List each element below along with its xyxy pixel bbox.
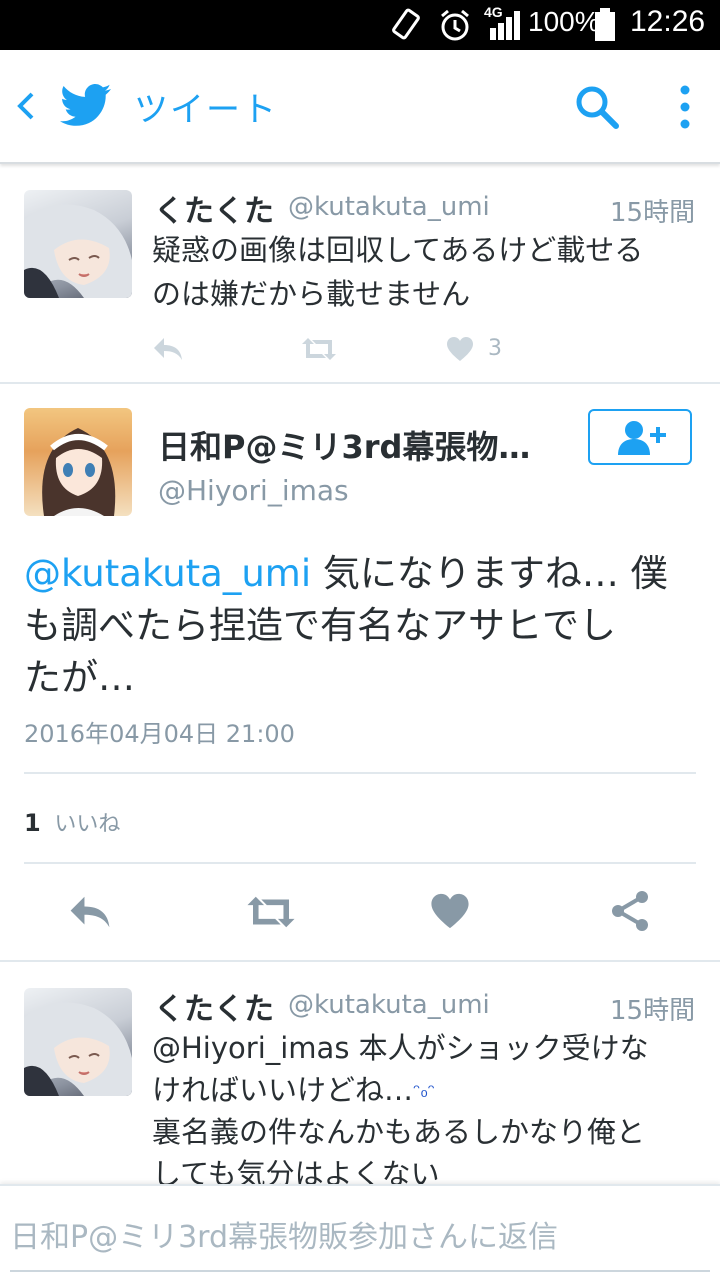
reply-icon[interactable]: [152, 336, 184, 362]
tweet-text-line4: しても気分はよくない: [152, 1157, 440, 1184]
mention-link[interactable]: @kutakuta_umi: [24, 552, 311, 595]
avatar-illustration: [42, 428, 116, 516]
clock: 12:26: [630, 5, 706, 38]
alarm-icon: [441, 9, 469, 41]
toolbar-title: ツイート: [134, 90, 278, 130]
battery-icon: [595, 8, 615, 41]
tweet-time: 15時間: [610, 198, 696, 228]
likes-label: いいね: [54, 812, 121, 837]
tweet-time: 15時間: [610, 996, 696, 1026]
avatar[interactable]: [24, 988, 132, 1096]
author-name[interactable]: くたくた: [154, 186, 274, 230]
tweet-text-line2: ければいいけどね…ᵔ₀ᵔ: [152, 1073, 436, 1107]
main-avatar[interactable]: [24, 408, 132, 516]
tweet-text-line3: 裏名義の件なんかもあるしかなり俺と: [152, 1115, 646, 1149]
divider: [24, 772, 696, 774]
like-icon[interactable]: [446, 336, 474, 362]
back-arrow-icon[interactable]: [12, 90, 38, 122]
likes-stat[interactable]: 1 いいね: [24, 806, 120, 838]
reply-icon[interactable]: [66, 894, 114, 930]
main-tweet: 日和P@ミリ3rd幕張物… @Hiyori_imas @kutakuta_umi…: [0, 384, 720, 960]
divider: [24, 862, 696, 864]
avatar-illustration: [24, 1002, 132, 1096]
input-underline: [10, 1270, 710, 1272]
main-tweet-text-line1: @kutakuta_umi 気になりますね… 僕: [24, 552, 668, 595]
avatar[interactable]: [24, 190, 132, 298]
status-bar: 4G 100% 12:26: [0, 0, 720, 50]
signal-icon: [490, 11, 520, 40]
search-icon[interactable]: [574, 84, 620, 130]
reply-bar: 日和P@ミリ3rd幕張物販参加さんに返信: [0, 1184, 720, 1282]
retweet-icon[interactable]: [300, 336, 338, 362]
main-author-name[interactable]: 日和P@ミリ3rd幕張物…: [158, 422, 530, 468]
battery-percent: 100%: [528, 6, 600, 37]
author-handle[interactable]: @kutakuta_umi: [288, 192, 490, 222]
author-name[interactable]: くたくた: [154, 984, 274, 1028]
share-icon[interactable]: [610, 890, 650, 932]
add-user-icon: [618, 421, 666, 455]
tweet-kutakuta-2[interactable]: くたくた @kutakuta_umi 15時間 @Hiyori_imas 本人が…: [0, 962, 720, 1184]
follow-button[interactable]: [588, 409, 692, 465]
tweet-text-line1: 疑惑の画像は回収してあるけど載せる: [152, 233, 644, 267]
like-count: 3: [488, 336, 502, 361]
emoji: ᵔ₀ᵔ: [413, 1081, 436, 1102]
tweet-kutakuta-1[interactable]: くたくた @kutakuta_umi 15時間 疑惑の画像は回収してあるけど載せ…: [0, 164, 720, 382]
main-tweet-text-line2: も調べたら捏造で有名なアサヒでし: [24, 604, 616, 647]
retweet-icon[interactable]: [244, 894, 298, 930]
screen-rotation-icon: [392, 8, 420, 40]
author-handle[interactable]: @kutakuta_umi: [288, 990, 490, 1020]
avatar-illustration: [24, 204, 132, 298]
app-bar: ツイート: [0, 50, 720, 164]
tweet-text-line1: @Hiyori_imas 本人がショック受けな: [152, 1031, 649, 1065]
more-options-icon[interactable]: [678, 84, 692, 130]
main-tweet-text-line3: たが…: [24, 656, 135, 699]
tweet-timestamp: 2016年04月04日 21:00: [24, 720, 295, 748]
main-author-handle[interactable]: @Hiyori_imas: [158, 474, 349, 507]
likes-count: 1: [24, 809, 41, 837]
like-icon[interactable]: [430, 892, 470, 930]
reply-input[interactable]: 日和P@ミリ3rd幕張物販参加さんに返信: [10, 1212, 558, 1256]
twitter-bird-icon: [60, 84, 111, 126]
tweet-text-line2: のは嫌だから載せません: [152, 277, 471, 311]
